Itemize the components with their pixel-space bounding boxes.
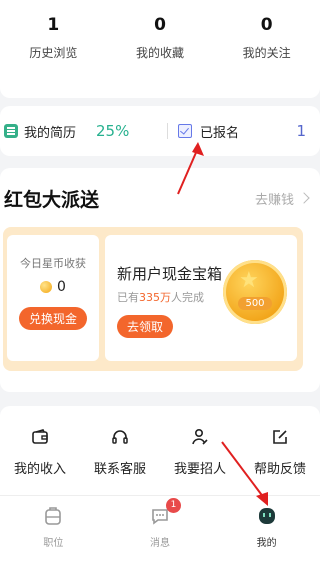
tools-card: 我的收入 联系客服 我要招人 帮助反馈 <box>0 406 320 506</box>
star-icon: ★ <box>239 268 259 293</box>
chevron-right-icon[interactable] <box>298 192 310 204</box>
gold-coin-icon: ★ 500 <box>223 260 287 324</box>
tool-income-label: 我的收入 <box>13 462 66 477</box>
tool-feedback-label: 帮助反馈 <box>253 462 306 477</box>
tool-feedback[interactable]: 帮助反馈 <box>240 406 320 506</box>
tab-messages-label: 消息 <box>150 538 170 549</box>
tool-recruit[interactable]: 我要招人 <box>160 406 240 506</box>
signed-up-label: 已报名 <box>200 125 240 141</box>
red-packet-card: 红包大派送 去赚钱 今日星币收获 0 兑换现金 新用户现金宝箱 已有335万人完… <box>0 168 320 392</box>
wallet-icon <box>32 429 48 444</box>
resume-entry[interactable]: 我的简历 25% <box>0 122 155 141</box>
recruit-person-icon <box>192 428 208 445</box>
coin-amount: 500 <box>238 297 272 310</box>
tool-income[interactable]: 我的收入 <box>0 406 80 506</box>
today-coins-label: 今日星币收获 <box>20 257 86 270</box>
stat-favorites-value: 0 <box>154 15 166 35</box>
tab-jobs[interactable]: 职位 <box>0 496 107 566</box>
headset-icon <box>112 430 128 444</box>
resume-icon <box>4 124 18 138</box>
stat-history[interactable]: 1 历史浏览 <box>0 0 107 98</box>
signed-up-count: 1 <box>296 122 306 140</box>
checkbox-icon <box>178 124 192 138</box>
go-earn-link[interactable]: 去赚钱 <box>255 189 294 208</box>
tab-messages[interactable]: 1 消息 <box>107 496 214 566</box>
profile-face-icon <box>258 508 275 524</box>
stat-history-value: 1 <box>47 15 60 35</box>
coin-icon <box>40 281 53 293</box>
newbie-treasure-card: 新用户现金宝箱 已有335万人完成 去领取 ★ 500 <box>105 235 297 361</box>
coin-value: 0 <box>57 279 66 295</box>
briefcase-icon <box>45 507 62 525</box>
stat-following-value: 0 <box>260 15 273 35</box>
tab-mine-label: 我的 <box>256 538 277 549</box>
coin-summary-card: 今日星币收获 0 兑换现金 <box>7 235 99 361</box>
tool-support[interactable]: 联系客服 <box>80 406 160 506</box>
claim-button[interactable]: 去领取 <box>117 315 174 338</box>
tab-mine[interactable]: 我的 <box>213 496 320 566</box>
resume-percent: 25% <box>96 122 130 140</box>
message-badge: 1 <box>166 498 181 513</box>
newbie-title: 新用户现金宝箱 <box>117 265 223 283</box>
stat-favorites-label: 我的收藏 <box>136 46 185 60</box>
completion-count: 335万 <box>139 291 171 304</box>
resume-label: 我的简历 <box>24 125 77 141</box>
tab-jobs-label: 职位 <box>43 538 64 549</box>
red-packet-panel: 今日星币收获 0 兑换现金 新用户现金宝箱 已有335万人完成 去领取 ★ 50… <box>3 227 303 371</box>
stat-following[interactable]: 0 我的关注 <box>213 0 320 98</box>
bottom-tab-bar: 职位 1 消息 我的 <box>0 495 320 566</box>
resume-card: 我的简历 25% 已报名 1 <box>0 106 320 156</box>
stat-favorites[interactable]: 0 我的收藏 <box>107 0 214 98</box>
red-packet-title: 红包大派送 <box>4 188 100 211</box>
completion-text: 已有335万人完成 <box>117 291 204 304</box>
stat-following-label: 我的关注 <box>242 46 291 60</box>
signed-up-entry[interactable]: 已报名 1 <box>168 122 320 141</box>
exchange-cash-button[interactable]: 兑换现金 <box>18 307 87 330</box>
edit-feedback-icon <box>273 430 287 444</box>
tool-support-label: 联系客服 <box>93 462 146 477</box>
stat-history-label: 历史浏览 <box>29 46 78 60</box>
tool-recruit-label: 我要招人 <box>173 462 226 477</box>
stats-card: 1 历史浏览 0 我的收藏 0 我的关注 <box>0 0 320 98</box>
